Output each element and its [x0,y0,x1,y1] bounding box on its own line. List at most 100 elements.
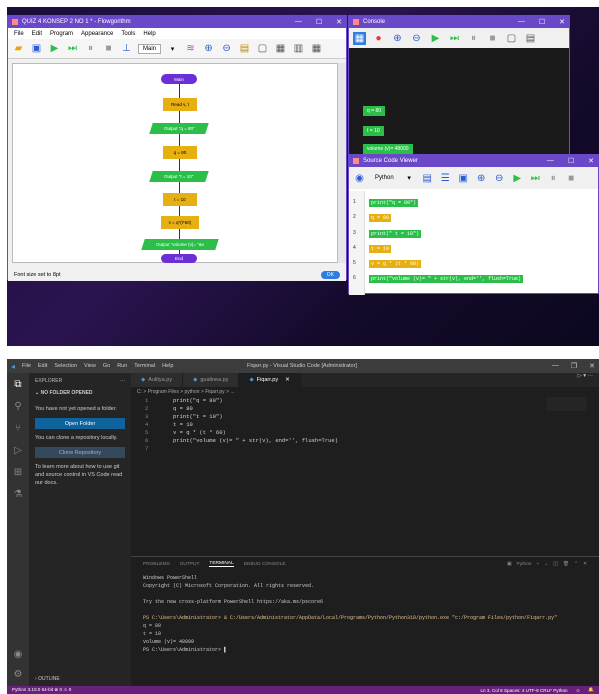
tab-aulitya[interactable]: ◆ Aulitya.py [131,373,184,387]
source-control-icon[interactable]: ⑂ [12,423,24,435]
code-editor[interactable]: 1 2 3 4 5 6 7 print("q = 80") q = 80 pri… [137,397,557,497]
feedback-icon[interactable]: ☺ [576,688,581,693]
clear-icon[interactable]: ▦ [353,31,366,45]
close-icon[interactable]: ✕ [583,562,587,567]
minimize-icon[interactable]: — [295,18,302,26]
ok-button[interactable]: OK [320,271,340,279]
image-icon[interactable]: ▣ [457,172,470,185]
menu-run[interactable]: Run [117,363,127,369]
flow-assign-q[interactable]: q = 80 [163,146,197,159]
chevron-down-icon[interactable]: ⌄ [544,562,548,567]
terminal-prompt[interactable]: PS C:\Users\Administrator> ▌ [143,647,227,653]
search-icon[interactable]: ⚲ [12,401,24,413]
lines-icon[interactable]: ☰ [439,172,452,185]
font-icon[interactable]: ▤ [421,172,434,185]
function-select[interactable]: Main [138,43,162,54]
database-icon[interactable]: ≋ [184,42,197,55]
flow-assign-t[interactable]: t = 10 [163,193,197,206]
close-icon[interactable]: ✕ [559,18,565,26]
maximize-icon[interactable]: ☐ [539,18,545,26]
chevron-up-icon[interactable]: ⌃ [574,562,578,567]
account-icon[interactable]: ◉ [12,649,24,661]
step-icon[interactable]: ⏭ [448,32,461,45]
maximize-icon[interactable]: ☐ [316,18,322,26]
close-icon[interactable]: ✕ [589,362,595,370]
zoom-out-icon[interactable]: ⊖ [410,32,423,45]
menu-tools[interactable]: Tools [121,31,135,37]
chevron-down-icon[interactable]: ▾ [403,172,416,185]
flow-output-q[interactable]: Output "q = 80" [149,123,209,134]
menu-view[interactable]: View [84,363,96,369]
close-icon[interactable]: ✕ [588,157,594,165]
run-file-icon[interactable]: ▷ ▾ ··· [571,373,599,387]
flow-end[interactable]: End [161,254,197,263]
clone-repository-button[interactable]: Clone Repository [35,447,125,458]
tab-terminal[interactable]: TERMINAL [209,561,234,567]
menu-selection[interactable]: Selection [54,363,77,369]
outline-section[interactable]: › OUTLINE [29,675,66,683]
maximize-icon[interactable]: ❐ [571,362,577,370]
menu-help[interactable]: Help [143,31,155,37]
save-icon[interactable]: ▣ [30,42,43,55]
split-icon[interactable]: ◫ [553,562,558,567]
open-folder-icon[interactable]: ▰ [12,42,25,55]
pause-icon[interactable]: ⏸ [467,32,480,45]
flowchart-canvas[interactable]: Main Read v, t Output "q = 80" q = 80 Ou… [12,63,338,263]
minimap[interactable] [547,397,587,411]
copy-icon[interactable]: ▤ [524,32,537,45]
minimize-icon[interactable]: — [547,157,554,165]
zoom-out-icon[interactable]: ⊖ [220,42,233,55]
stop-icon[interactable]: ■ [102,42,115,55]
pause-icon[interactable]: ⏸ [84,42,97,55]
zoom-in-icon[interactable]: ⊕ [391,32,404,45]
stop-icon[interactable]: ■ [565,172,578,185]
zoom-in-icon[interactable]: ⊕ [202,42,215,55]
menu-go[interactable]: Go [103,363,110,369]
console-icon[interactable]: ▢ [256,42,269,55]
step-icon[interactable]: ⏭ [66,42,79,55]
vertical-scrollbar[interactable] [338,63,346,263]
run-icon[interactable]: ▶ [429,32,442,45]
bell-icon[interactable]: 🔔 [588,687,594,693]
flow-start[interactable]: Main [161,74,197,84]
open-folder-button[interactable]: Open Folder [35,418,125,429]
layout-icon[interactable]: ⊥ [120,42,133,55]
step-icon[interactable]: ⏭ [529,172,542,185]
no-folder-heading[interactable]: ⌄ NO FOLDER OPENED [29,389,131,397]
minimize-icon[interactable]: — [552,362,559,370]
tab-debug-console[interactable]: DEBUG CONSOLE [244,562,286,567]
zoom-in-icon[interactable]: ⊕ [475,172,488,185]
maximize-icon[interactable]: ☐ [568,157,574,165]
status-left[interactable]: Python 3.10.0 64-bit ⊗ 0 ⚠ 0 [12,687,71,693]
layout-icon[interactable]: ▢ [505,32,518,45]
menu-file[interactable]: File [22,363,31,369]
tab-output[interactable]: OUTPUT [180,562,200,567]
explorer-icon[interactable]: ⧉ [12,379,24,391]
menu-program[interactable]: Program [50,31,73,37]
flow-input[interactable]: Read v, t [163,98,197,111]
minimize-icon[interactable]: — [518,18,525,26]
tab-gualinea[interactable]: ◆ gualinea.py [183,373,240,387]
status-right[interactable]: Ln 3, Col 8 Spaces: 4 UTF-8 CRLF Python [480,688,567,693]
chart-icon[interactable]: ▥ [292,42,305,55]
menu-appearance[interactable]: Appearance [81,31,113,37]
zoom-out-icon[interactable]: ⊖ [493,172,506,185]
menu-terminal[interactable]: Terminal [134,363,155,369]
run-icon[interactable]: ▶ [48,42,61,55]
terminal-shell[interactable]: Python [517,562,532,567]
language-select[interactable]: Python [371,175,398,181]
extensions-icon[interactable]: ⊞ [12,467,24,479]
trash-icon[interactable]: 🗑 [563,562,569,567]
close-icon[interactable]: ✕ [336,18,342,26]
menu-edit[interactable]: Edit [38,363,47,369]
variables-icon[interactable]: ▤ [238,42,251,55]
menu-edit[interactable]: Edit [32,31,42,37]
close-icon[interactable]: ✕ [285,377,290,383]
menu-file[interactable]: File [14,31,24,37]
breadcrumb[interactable]: C: > Program Files > python > Fiqarr.py … [137,389,235,395]
source-icon[interactable]: ▦ [274,42,287,55]
record-icon[interactable]: ● [372,32,385,45]
stop-icon[interactable]: ■ [486,32,499,45]
grid-icon[interactable]: ▦ [310,42,323,55]
flow-output-volume[interactable]: Output "volume (v)= "&v [141,239,219,250]
